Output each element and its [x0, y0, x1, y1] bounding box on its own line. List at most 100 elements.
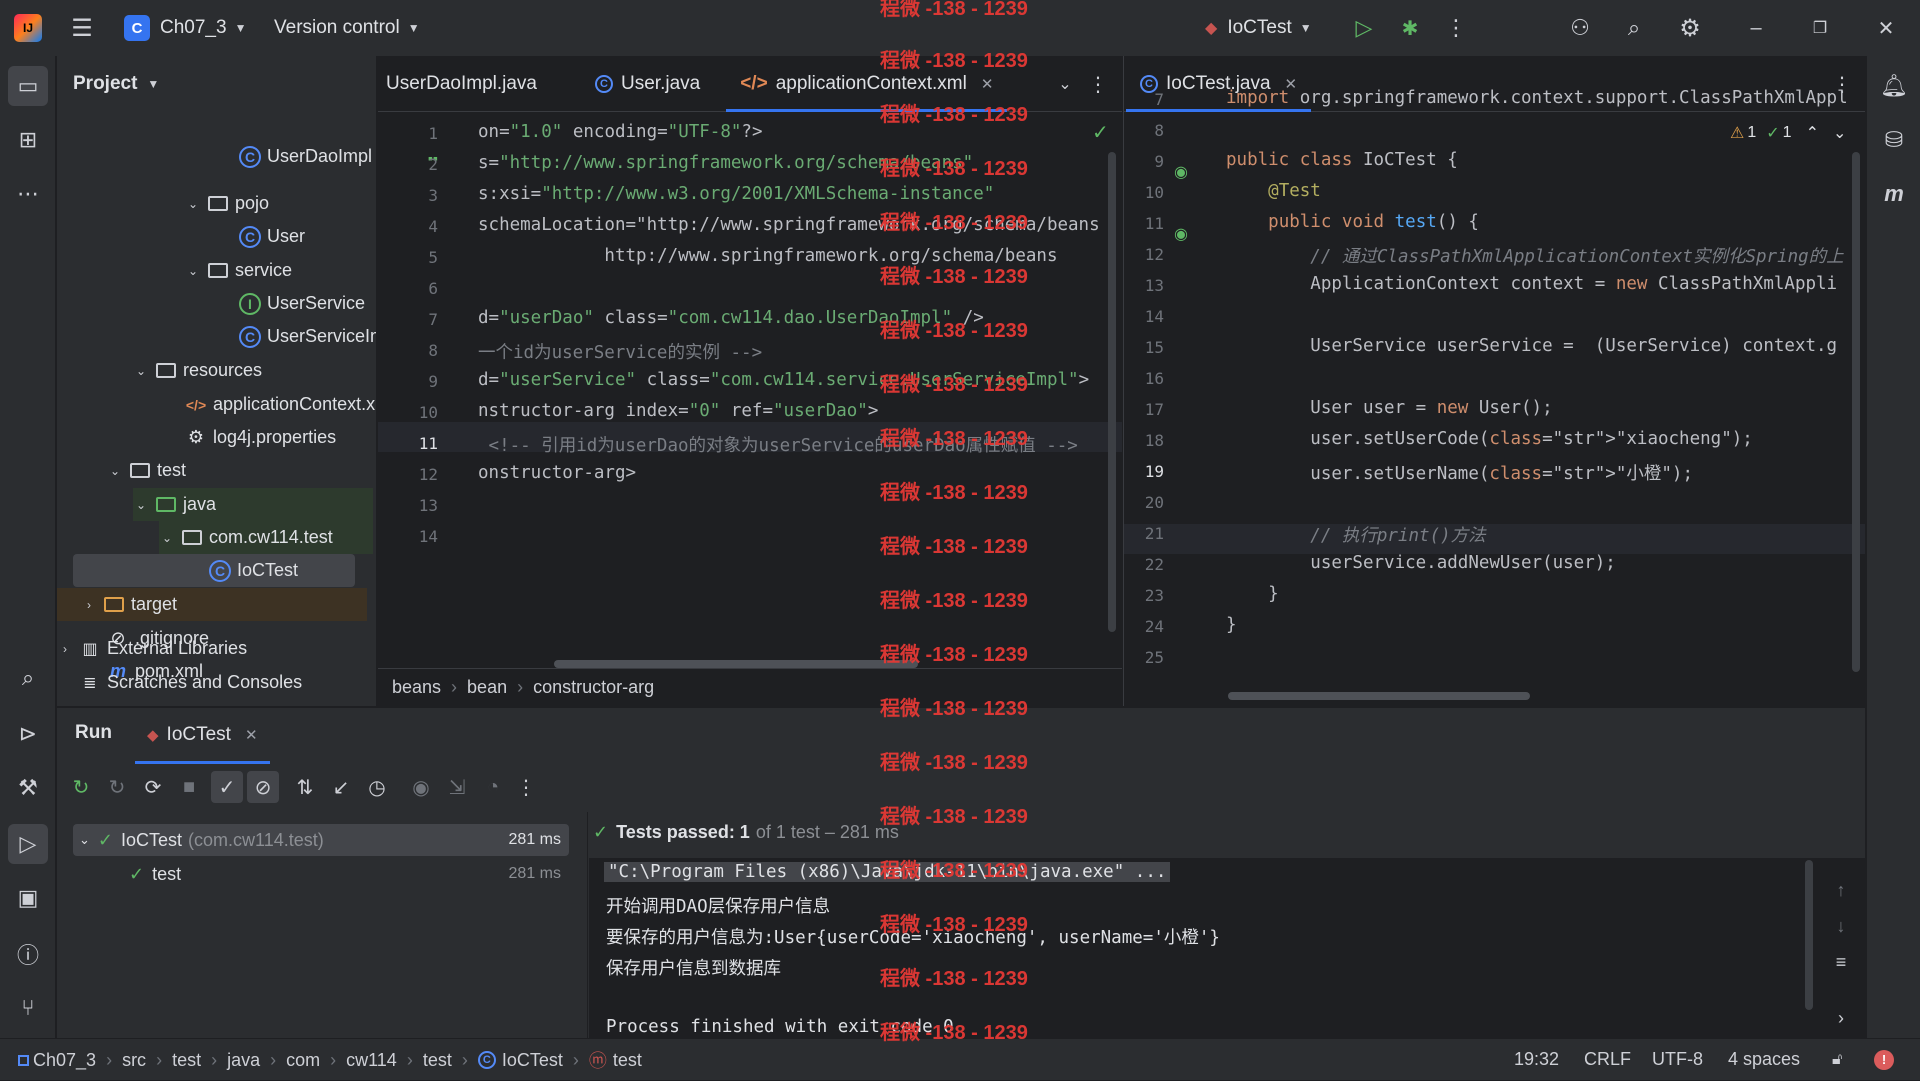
show-passed-icon[interactable]: ✓: [211, 771, 243, 803]
chevron-right-icon[interactable]: ›: [1827, 1004, 1855, 1032]
tree-item-log4j[interactable]: ⚙ log4j.properties: [185, 421, 336, 454]
horizontal-scrollbar[interactable]: [1228, 692, 1530, 700]
settings-icon[interactable]: ⚙: [1674, 12, 1706, 44]
search-everywhere-icon[interactable]: ⌕: [8, 658, 48, 698]
more-actions-icon[interactable]: ⋮: [511, 775, 541, 800]
lock-icon[interactable]: 🔓︎: [1832, 1051, 1842, 1069]
main-menu-icon[interactable]: ☰: [66, 12, 98, 44]
scroll-up-icon[interactable]: ↑: [1827, 876, 1855, 904]
chevron-down-icon[interactable]: ⌄: [1833, 123, 1846, 143]
close-icon[interactable]: ✕: [1870, 12, 1902, 44]
tree-item-userserviceimpl[interactable]: CUserServiceImpl: [239, 320, 376, 353]
tree-item-external-libraries[interactable]: › ▥ External Libraries: [57, 632, 247, 665]
project-panel-header[interactable]: Project ▼: [57, 56, 376, 112]
path-item[interactable]: com: [286, 1050, 320, 1071]
build-icon[interactable]: ⚒: [8, 768, 48, 808]
more-tools-icon[interactable]: ⋯: [8, 174, 48, 214]
path-item[interactable]: java: [227, 1050, 260, 1071]
tree-item-userdaoimpl[interactable]: C UserDaoImpl: [239, 140, 372, 173]
stop-icon[interactable]: ■: [171, 776, 207, 799]
path-item[interactable]: IoCTest: [502, 1050, 563, 1071]
chevron-down-icon[interactable]: ⌄: [159, 531, 175, 545]
run-test-gutter-icon[interactable]: ◉: [1174, 162, 1188, 182]
tab-userdaoimpl[interactable]: UserDaoImpl.java: [378, 56, 551, 112]
vertical-scrollbar[interactable]: [1852, 152, 1860, 672]
terminal-icon[interactable]: ▣: [8, 878, 48, 918]
app-logo-icon[interactable]: IJ: [14, 14, 42, 42]
run-config-selector[interactable]: ◆ IoCTest ▼: [1205, 12, 1312, 44]
debug-icon[interactable]: ✱: [1394, 12, 1426, 44]
notifications-icon[interactable]: 🔔︎: [1874, 66, 1914, 106]
chevron-down-icon[interactable]: ⌄: [185, 197, 201, 211]
history-icon[interactable]: ◷: [359, 775, 395, 800]
path-item[interactable]: test: [172, 1050, 201, 1071]
panel-divider[interactable]: [587, 812, 588, 1039]
tree-item-package[interactable]: ⌄ com.cw114.test: [159, 521, 373, 554]
close-icon[interactable]: ✕: [981, 75, 994, 93]
test-tree-row-class[interactable]: ⌄ ✓ IoCTest (com.cw114.test) 281 ms: [73, 824, 569, 856]
tree-item-target[interactable]: › target: [57, 588, 367, 621]
run-test-gutter-icon[interactable]: ◉: [1174, 224, 1188, 244]
tree-item-java[interactable]: ⌄ java: [133, 488, 373, 521]
inspection-widget[interactable]: ⚠ 1 ✓ 1 ⌃ ⌄: [1724, 120, 1853, 146]
camera-icon[interactable]: ◉: [403, 775, 439, 800]
maven-icon[interactable]: m: [1874, 174, 1914, 214]
indent-setting[interactable]: 4 spaces: [1728, 1049, 1800, 1070]
error-icon[interactable]: !: [1874, 1049, 1894, 1070]
breadcrumb-item[interactable]: beans: [392, 677, 441, 698]
project-tool-icon[interactable]: ▭: [8, 66, 48, 106]
test-tree-row-method[interactable]: ✓ test 281 ms: [73, 858, 569, 890]
tree-item-user[interactable]: C User: [239, 220, 305, 253]
tree-item-ioctest[interactable]: C IoCTest: [73, 554, 355, 587]
tree-item-pojo[interactable]: ⌄ pojo: [185, 187, 269, 220]
file-encoding[interactable]: UTF-8: [1652, 1049, 1703, 1070]
database-icon[interactable]: ⛁: [1874, 120, 1914, 160]
more-actions-icon[interactable]: ⋮: [1086, 68, 1110, 100]
git-icon[interactable]: ⑂: [8, 988, 48, 1028]
collapse-icon[interactable]: ↙: [323, 775, 359, 800]
coverage-icon[interactable]: ◔: [475, 776, 511, 799]
chevron-right-icon[interactable]: ›: [57, 642, 73, 656]
run-tool-icon[interactable]: ▷: [8, 824, 48, 864]
breadcrumb-item[interactable]: bean: [467, 677, 507, 698]
path-item[interactable]: Ch07_3: [33, 1050, 96, 1071]
path-item[interactable]: test: [423, 1050, 452, 1071]
code-with-me-icon[interactable]: ⚇: [1564, 12, 1596, 44]
tree-item-userservice[interactable]: I UserService: [239, 287, 365, 320]
chevron-down-icon[interactable]: ⌄: [133, 364, 149, 378]
scroll-down-icon[interactable]: ↓: [1827, 912, 1855, 940]
toggle-auto-test-icon[interactable]: ⟳: [135, 775, 171, 800]
cursor-position[interactable]: 19:32: [1514, 1049, 1559, 1070]
import-icon[interactable]: ⇲: [439, 775, 475, 800]
tree-item-applicationcontext[interactable]: </> applicationContext.xml: [185, 388, 376, 421]
path-item[interactable]: cw114: [346, 1050, 397, 1071]
rerun-icon[interactable]: ↻: [63, 775, 99, 800]
search-icon[interactable]: ⌕: [1618, 12, 1650, 44]
chevron-down-icon[interactable]: ⌄: [1050, 68, 1080, 100]
services-icon[interactable]: ⊳: [8, 714, 48, 754]
console-scrollbar[interactable]: [1805, 860, 1813, 1010]
restore-icon[interactable]: ❐: [1804, 12, 1836, 44]
rerun-failed-icon[interactable]: ↻: [99, 775, 135, 800]
chevron-down-icon[interactable]: ⌄: [133, 498, 149, 512]
chevron-up-icon[interactable]: ⌃: [1806, 123, 1819, 143]
tree-item-service[interactable]: ⌄ service: [185, 254, 292, 287]
tree-item-scratches[interactable]: ≣ Scratches and Consoles: [79, 666, 302, 699]
line-separator[interactable]: CRLF: [1584, 1049, 1631, 1070]
chevron-right-icon[interactable]: ›: [81, 598, 97, 612]
problems-icon[interactable]: ⓘ: [8, 934, 48, 974]
path-item[interactable]: src: [122, 1050, 146, 1071]
path-item[interactable]: test: [613, 1050, 642, 1071]
soft-wrap-icon[interactable]: ≡: [1827, 948, 1855, 976]
vertical-scrollbar[interactable]: [1108, 152, 1116, 632]
structure-tool-icon[interactable]: ⊞: [8, 120, 48, 160]
chevron-down-icon[interactable]: ⌄: [79, 832, 90, 848]
tab-user[interactable]: C User.java: [581, 56, 714, 112]
horizontal-scrollbar[interactable]: [554, 660, 918, 668]
sort-icon[interactable]: ⇅: [287, 775, 323, 800]
chevron-down-icon[interactable]: ⌄: [107, 464, 123, 478]
breadcrumb-item[interactable]: constructor-arg: [533, 677, 654, 698]
project-switcher[interactable]: C Ch07_3 ▼: [124, 12, 246, 44]
close-icon[interactable]: ✕: [245, 726, 258, 744]
more-actions-icon[interactable]: ⋮: [1444, 12, 1468, 44]
